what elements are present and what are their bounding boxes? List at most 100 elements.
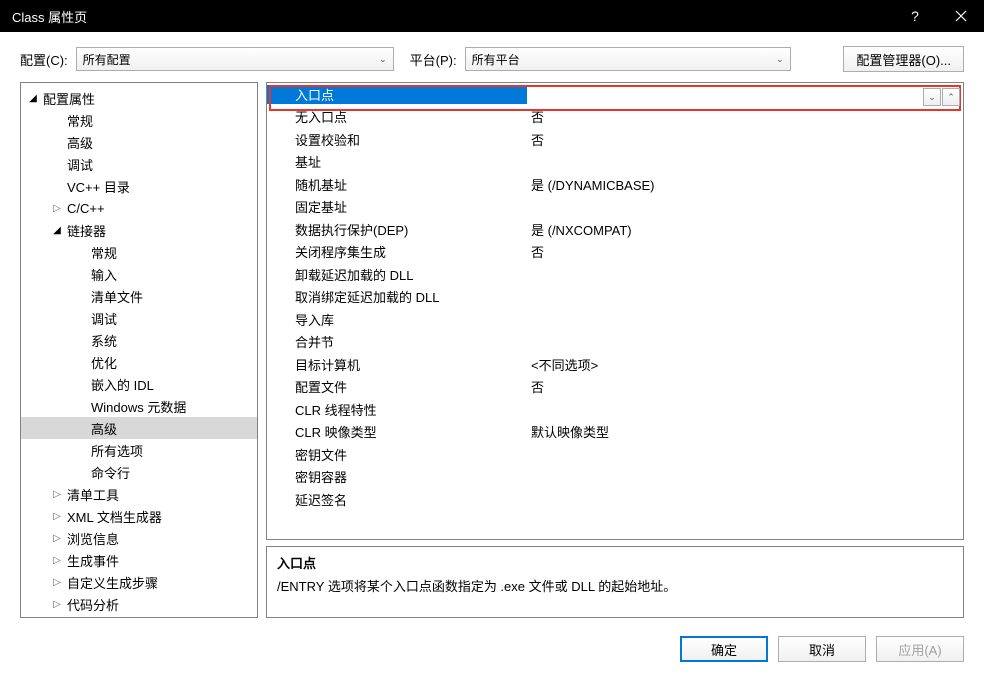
tree-item[interactable]: Windows 元数据	[21, 395, 257, 417]
tree-item-label: VC++ 目录	[67, 177, 130, 196]
tree-panel[interactable]: ◢配置属性 常规 高级 调试 VC++ 目录▷C/C++◢链接器 常规 输入 清…	[20, 82, 258, 618]
tree-item[interactable]: 调试	[21, 153, 257, 175]
property-row[interactable]: CLR 线程特性	[267, 398, 963, 421]
property-row[interactable]: 配置文件否	[267, 376, 963, 399]
tree-item[interactable]: ▷ 自定义生成步骤	[21, 571, 257, 593]
tree-item[interactable]: ▷生成事件	[21, 549, 257, 571]
property-row[interactable]: 入口点	[267, 83, 963, 106]
triangle-right-icon	[75, 335, 87, 346]
tree-item-label: 代码分析	[67, 595, 119, 614]
property-row[interactable]: 设置校验和否	[267, 128, 963, 151]
triangle-right-icon	[75, 423, 87, 434]
property-name: 入口点	[267, 85, 527, 104]
property-name: 取消绑定延迟加载的 DLL	[267, 287, 527, 306]
tree-item-label: 输入	[91, 265, 117, 284]
triangle-right-icon	[75, 401, 87, 412]
property-row[interactable]: 密钥文件	[267, 443, 963, 466]
property-value: 否	[527, 242, 963, 261]
property-row[interactable]: 目标计算机<不同选项>	[267, 353, 963, 376]
tree-item[interactable]: ▷浏览信息	[21, 527, 257, 549]
property-name: 密钥文件	[267, 445, 527, 464]
property-row[interactable]: 无入口点否	[267, 106, 963, 129]
tree-item[interactable]: 嵌入的 IDL	[21, 373, 257, 395]
property-value	[527, 84, 963, 104]
tree-item[interactable]: ◢链接器	[21, 219, 257, 241]
tree-item[interactable]: ◢配置属性	[21, 87, 257, 109]
config-select[interactable]: 所有配置 ⌄	[76, 47, 394, 71]
tree-item-label: 常规	[67, 111, 93, 130]
triangle-right-icon	[75, 357, 87, 368]
triangle-right-icon	[75, 313, 87, 324]
tree-item[interactable]: 清单文件	[21, 285, 257, 307]
tree-item-label: 清单工具	[67, 485, 119, 504]
tree-item-label: 系统	[91, 331, 117, 350]
tree-item[interactable]: VC++ 目录	[21, 175, 257, 197]
property-value: 默认映像类型	[527, 422, 963, 441]
config-manager-button[interactable]: 配置管理器(O)...	[843, 46, 964, 72]
triangle-right-icon: ▷	[51, 577, 63, 588]
tree-item[interactable]: 调试	[21, 307, 257, 329]
config-label: 配置(C):	[20, 50, 68, 69]
platform-select[interactable]: 所有平台 ⌄	[465, 47, 791, 71]
property-row[interactable]: 卸载延迟加载的 DLL	[267, 263, 963, 286]
property-name: 延迟签名	[267, 490, 527, 509]
description-body: /ENTRY 选项将某个入口点函数指定为 .exe 文件或 DLL 的起始地址。	[277, 576, 953, 595]
window-title: Class 属性页	[12, 7, 892, 26]
dialog-buttons: 确定 取消 应用(A)	[0, 628, 984, 676]
triangle-right-icon	[75, 291, 87, 302]
tree-item[interactable]: 输入	[21, 263, 257, 285]
property-grid[interactable]: 入口点无入口点否设置校验和否基址随机基址是 (/DYNAMICBASE)固定基址…	[266, 82, 964, 540]
tree-item[interactable]: 系统	[21, 329, 257, 351]
property-name: 固定基址	[267, 197, 527, 216]
cancel-button[interactable]: 取消	[778, 636, 866, 662]
close-button[interactable]	[938, 0, 984, 32]
tree-item[interactable]: 命令行	[21, 461, 257, 483]
property-name: 卸载延迟加载的 DLL	[267, 265, 527, 284]
tree-item[interactable]: ▷XML 文档生成器	[21, 505, 257, 527]
property-row[interactable]: 基址	[267, 151, 963, 174]
property-row[interactable]: 数据执行保护(DEP)是 (/NXCOMPAT)	[267, 218, 963, 241]
tree-item-label: C/C++	[67, 201, 105, 216]
description-title: 入口点	[277, 553, 953, 572]
property-row[interactable]: 固定基址	[267, 196, 963, 219]
dropdown-button[interactable]: ⌄	[923, 88, 941, 106]
property-name: CLR 线程特性	[267, 400, 527, 419]
config-bar: 配置(C): 所有配置 ⌄ 平台(P): 所有平台 ⌄ 配置管理器(O)...	[0, 32, 984, 82]
help-button[interactable]: ?	[892, 0, 938, 32]
property-row[interactable]: 合并节	[267, 331, 963, 354]
property-row[interactable]: 关闭程序集生成否	[267, 241, 963, 264]
property-row[interactable]: 密钥容器	[267, 466, 963, 489]
tree-item[interactable]: 高级	[21, 417, 257, 439]
triangle-right-icon	[75, 269, 87, 280]
property-name: 配置文件	[267, 377, 527, 396]
property-row[interactable]: CLR 映像类型默认映像类型	[267, 421, 963, 444]
tree-item[interactable]: 所有选项	[21, 439, 257, 461]
property-row[interactable]: 取消绑定延迟加载的 DLL	[267, 286, 963, 309]
triangle-right-icon	[75, 467, 87, 478]
apply-button[interactable]: 应用(A)	[876, 636, 964, 662]
tree-item[interactable]: 常规	[21, 109, 257, 131]
property-row[interactable]: 导入库	[267, 308, 963, 331]
tree-item[interactable]: 高级	[21, 131, 257, 153]
property-value-input[interactable]	[531, 84, 963, 104]
tree-item[interactable]: 常规	[21, 241, 257, 263]
property-row[interactable]: 延迟签名	[267, 488, 963, 511]
tree-item[interactable]: ▷代码分析	[21, 593, 257, 615]
tree-item[interactable]: 优化	[21, 351, 257, 373]
property-value: <不同选项>	[527, 355, 963, 374]
triangle-right-icon	[75, 247, 87, 258]
property-name: CLR 映像类型	[267, 422, 527, 441]
tree-item[interactable]: ▷清单工具	[21, 483, 257, 505]
tree-item-label: 常规	[91, 243, 117, 262]
ok-button[interactable]: 确定	[680, 636, 768, 662]
property-value: 否	[527, 130, 963, 149]
property-value: 否	[527, 107, 963, 126]
description-panel: 入口点 /ENTRY 选项将某个入口点函数指定为 .exe 文件或 DLL 的起…	[266, 546, 964, 618]
property-name: 目标计算机	[267, 355, 527, 374]
tree-item[interactable]: ▷C/C++	[21, 197, 257, 219]
property-row[interactable]: 随机基址是 (/DYNAMICBASE)	[267, 173, 963, 196]
property-value: 是 (/NXCOMPAT)	[527, 220, 963, 239]
tree-item-label: 自定义生成步骤	[67, 573, 158, 592]
collapse-button[interactable]: ⌃	[942, 88, 960, 106]
tree-item-label: 调试	[67, 155, 93, 174]
